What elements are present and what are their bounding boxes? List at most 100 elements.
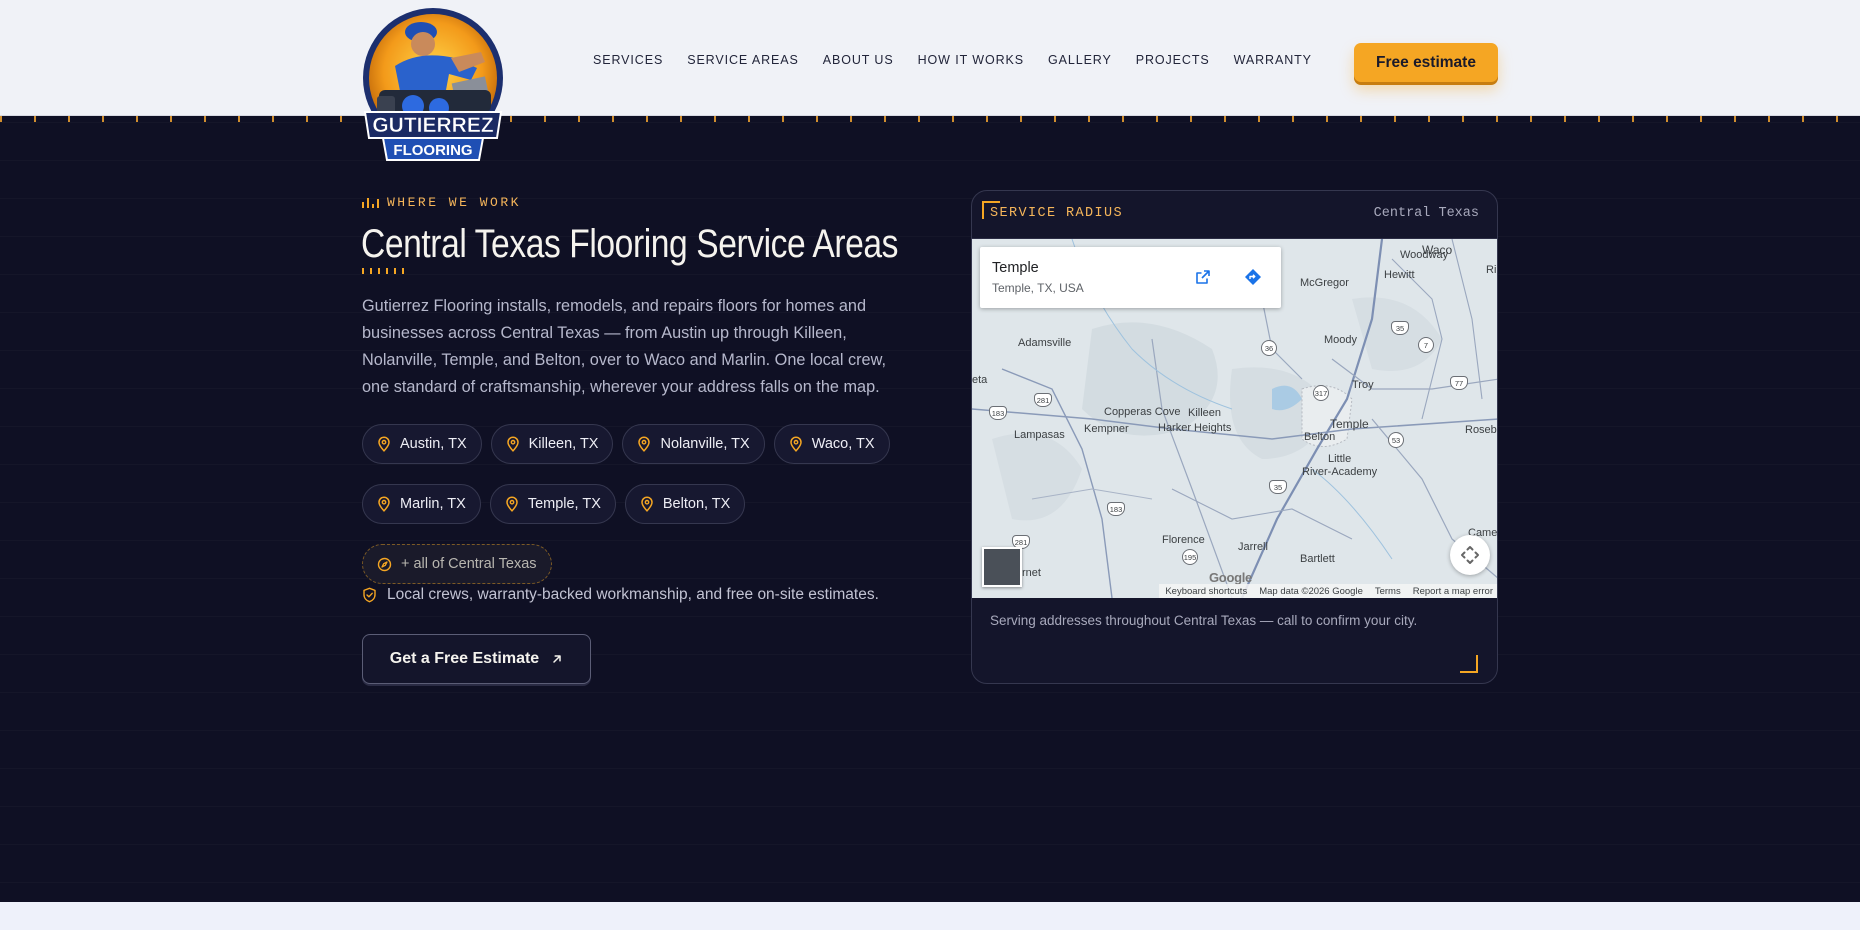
area-chip-nolanville[interactable]: Nolanville, TX — [622, 424, 765, 464]
report-error-link[interactable]: Report a map error — [1413, 586, 1493, 597]
map-pin-icon — [641, 496, 653, 512]
trust-note: Local crews, warranty-backed workmanship… — [362, 586, 879, 604]
title-underline — [362, 268, 410, 274]
state-195-shield: 195 — [1182, 549, 1198, 565]
map-label-troy: Troy — [1352, 379, 1374, 391]
map-label-river-academy: River-Academy — [1302, 466, 1378, 478]
card-title: SERVICE RADIUS — [990, 206, 1124, 221]
area-chip-temple[interactable]: Temple, TX — [489, 484, 616, 524]
area-chip-label: Marlin, TX — [400, 496, 466, 512]
gutierrez-flooring-logo[interactable]: GUTIERREZ FLOORING — [359, 6, 507, 170]
open-in-maps-button[interactable] — [1187, 261, 1219, 293]
area-chip-belton[interactable]: Belton, TX — [624, 484, 746, 524]
map-label-rosebud: Rosebu — [1465, 424, 1497, 436]
area-chip-label: Waco, TX — [811, 436, 875, 452]
map-pin-icon — [789, 436, 802, 452]
area-chip-label: + all of Central Texas — [401, 556, 537, 572]
get-free-estimate-button[interactable]: Get a Free Estimate — [362, 634, 591, 684]
open-external-icon — [1196, 270, 1210, 284]
map-label-ri: Ri — [1486, 264, 1497, 276]
map-label-killeen: Killeen — [1188, 407, 1222, 419]
state-53-shield: 53 — [1388, 432, 1404, 448]
nav-services[interactable]: SERVICES — [593, 53, 663, 67]
directions-icon — [1245, 269, 1261, 285]
nav-gallery[interactable]: GALLERY — [1048, 53, 1112, 67]
area-chip-killeen[interactable]: Killeen, TX — [490, 424, 614, 464]
place-address: Temple, TX, USA — [992, 281, 1084, 295]
keyboard-shortcuts-link[interactable]: Keyboard shortcuts — [1165, 586, 1247, 597]
state-36-shield: 36 — [1261, 340, 1277, 356]
cta-label: Get a Free Estimate — [389, 650, 540, 667]
area-chip-label: Austin, TX — [400, 436, 467, 452]
page-title: Central Texas Flooring Service Areas — [361, 222, 899, 266]
map-label-hewitt: Hewitt — [1384, 269, 1415, 281]
site-header: SERVICES SERVICE AREAS ABOUT US HOW IT W… — [0, 0, 1860, 116]
area-chip-label: Belton, TX — [662, 496, 731, 512]
svg-text:GUTIERREZ: GUTIERREZ — [372, 114, 494, 137]
embedded-map[interactable]: Waco Woodway Hewitt McGregor Ri Moody Ad… — [972, 239, 1497, 598]
us-183-shield: 183 — [1107, 502, 1125, 516]
map-data-notice: Map data ©2026 Google — [1259, 585, 1363, 597]
svg-text:FLOORING: FLOORING — [393, 142, 472, 159]
map-label-woodway: Woodway — [1400, 249, 1449, 261]
area-chip-marlin[interactable]: Marlin, TX — [362, 484, 481, 524]
service-radius-card: SERVICE RADIUS Central Texas Waco Woodwa… — [971, 190, 1498, 684]
main-nav: SERVICES SERVICE AREAS ABOUT US HOW IT W… — [593, 53, 1336, 67]
section-description: Gutierrez Flooring installs, remodels, a… — [362, 297, 886, 396]
map-label-eta: eta — [972, 374, 988, 386]
map-pin-icon — [638, 436, 651, 452]
map-label-temple: Temple — [1330, 417, 1369, 431]
map-label-little: Little — [1328, 453, 1352, 465]
card-footer-text: Serving addresses throughout Central Tex… — [990, 613, 1418, 628]
card-header: SERVICE RADIUS Central Texas — [972, 191, 1497, 239]
nav-how-it-works[interactable]: HOW IT WORKS — [918, 53, 1024, 67]
map-label-belton: Belton — [1304, 431, 1336, 443]
trust-note-text: Local crews, warranty-backed workmanship… — [387, 586, 879, 603]
map-label-bartlett: Bartlett — [1300, 553, 1335, 565]
place-info-card: Temple Temple, TX, USA — [980, 247, 1281, 308]
map-label-mcgregor: McGregor — [1300, 277, 1349, 289]
map-label-lampasas: Lampasas — [1014, 429, 1065, 441]
us-281-shield: 281 — [1034, 393, 1052, 407]
map-pin-icon — [506, 436, 519, 452]
next-section-strip — [0, 902, 1860, 930]
map-label-copperas-cove: Copperas Cove — [1104, 406, 1181, 418]
area-chip-label: Temple, TX — [527, 496, 601, 512]
place-name: Temple — [992, 260, 1039, 276]
map-label-kempner: Kempner — [1084, 423, 1129, 435]
map-attribution: Keyboard shortcuts Map data ©2026 Google… — [1159, 584, 1497, 598]
fullscreen-button[interactable] — [1450, 535, 1490, 575]
terms-link[interactable]: Terms — [1375, 586, 1401, 597]
shield-check-icon — [363, 587, 376, 603]
map-pin-icon — [506, 496, 518, 512]
nav-projects[interactable]: PROJECTS — [1136, 53, 1210, 67]
map-label-moody: Moody — [1324, 334, 1358, 346]
map-label-jarrell: Jarrell — [1238, 541, 1268, 553]
map-label-florence: Florence — [1162, 534, 1205, 546]
directions-button[interactable] — [1237, 261, 1269, 293]
corner-accent — [1460, 655, 1478, 673]
area-chip-label: Killeen, TX — [528, 436, 599, 452]
card-region: Central Texas — [1373, 206, 1479, 221]
area-chip-waco[interactable]: Waco, TX — [773, 424, 890, 464]
interstate-35-shield: 35 — [1269, 480, 1287, 494]
interstate-35-shield: 35 — [1391, 321, 1409, 335]
us-77-shield: 77 — [1450, 376, 1468, 390]
satellite-toggle[interactable] — [982, 547, 1022, 587]
eyebrow-label: WHERE WE WORK — [387, 195, 521, 210]
map-label-adamsville: Adamsville — [1018, 337, 1072, 349]
compass-icon — [377, 557, 392, 571]
nav-about-us[interactable]: ABOUT US — [823, 53, 894, 67]
section-eyebrow: WHERE WE WORK — [362, 195, 521, 210]
area-chip-austin[interactable]: Austin, TX — [362, 424, 482, 464]
state-317-shield: 317 — [1313, 385, 1329, 401]
arrow-up-right-icon — [553, 655, 561, 663]
nav-service-areas[interactable]: SERVICE AREAS — [687, 53, 799, 67]
nav-warranty[interactable]: WARRANTY — [1234, 53, 1312, 67]
map-label-harker-heights: Harker Heights — [1158, 422, 1232, 434]
area-chip-all-central-texas[interactable]: + all of Central Texas — [362, 544, 552, 584]
signal-bars-icon — [362, 197, 379, 208]
map-pin-icon — [378, 496, 390, 512]
state-7-shield: 7 — [1418, 337, 1434, 353]
free-estimate-button[interactable]: Free estimate — [1354, 43, 1498, 82]
